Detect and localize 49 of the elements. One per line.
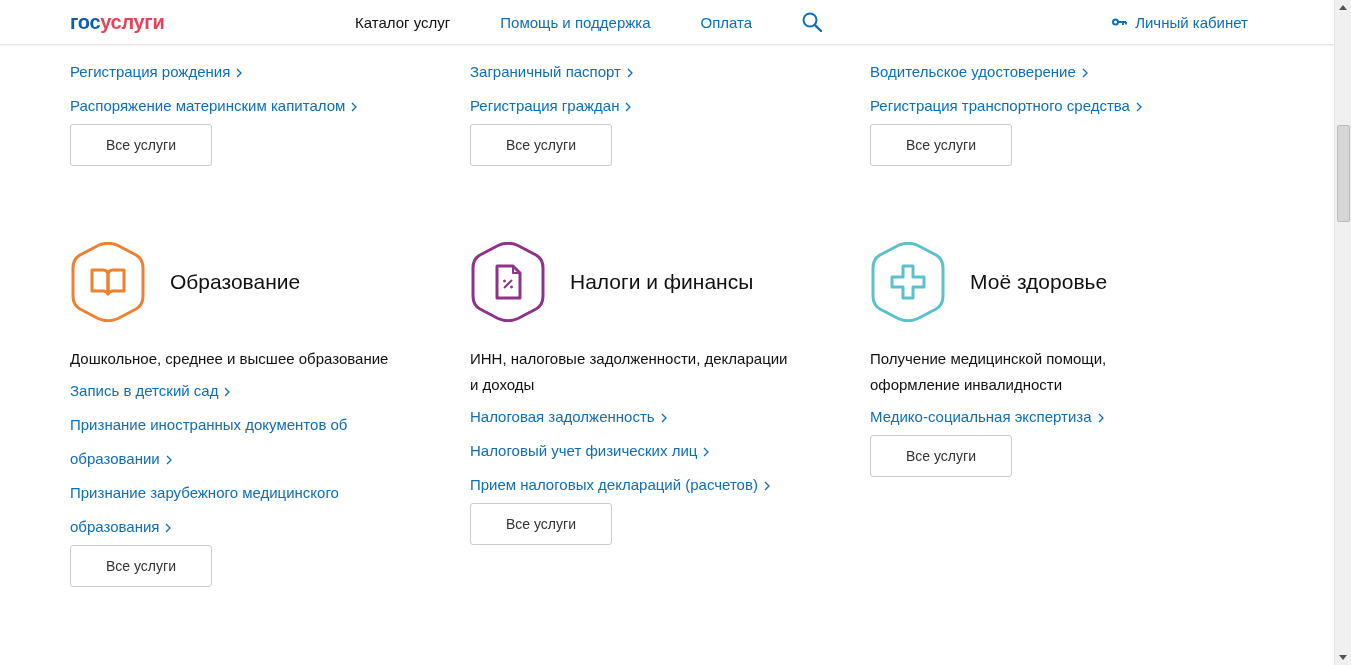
service-link[interactable]: Заграничный паспорт <box>470 55 790 89</box>
chevron-icon <box>626 68 633 78</box>
service-link[interactable]: Распоряжение материнским капиталом <box>70 89 390 123</box>
logo[interactable]: госуслуги <box>70 10 355 34</box>
service-link[interactable]: Регистрация рождения <box>70 55 390 89</box>
service-link[interactable]: Налоговый учет физических лиц <box>470 434 790 468</box>
chevron-icon <box>703 447 710 457</box>
chevron-icon <box>1097 413 1104 423</box>
account-link[interactable]: Личный кабинет <box>1112 13 1248 31</box>
chevron-icon <box>351 102 358 112</box>
chevron-icon <box>763 481 770 491</box>
scroll-up-icon[interactable] <box>1339 5 1347 10</box>
all-services-button[interactable]: Все услуги <box>870 124 1012 166</box>
all-services-button[interactable]: Все услуги <box>870 435 1012 477</box>
service-link[interactable]: Признание зарубежного медицинского образования <box>70 476 390 544</box>
chevron-icon <box>236 68 243 78</box>
service-link[interactable]: Медико-социальная экспертиза <box>870 400 1190 434</box>
nav-link[interactable]: Оплата <box>700 13 753 31</box>
service-link[interactable]: Налоговая задолженность <box>470 400 790 434</box>
category-title: Образование <box>170 270 301 294</box>
service-link[interactable]: Прием налоговых деклараций (расчетов) <box>470 468 790 502</box>
nav-link[interactable]: Помощь и поддержка <box>500 13 651 31</box>
chevron-icon <box>625 102 632 112</box>
nav-link[interactable]: Каталог услуг <box>355 13 451 31</box>
scroll-down-icon[interactable] <box>1339 655 1347 660</box>
all-services-button[interactable]: Все услуги <box>470 124 612 166</box>
service-link[interactable]: Признание иностранных документов об образовании <box>70 408 390 476</box>
chevron-icon <box>1135 102 1142 112</box>
key-icon <box>1112 18 1128 26</box>
all-services-button[interactable]: Все услуги <box>470 503 612 545</box>
service-link[interactable]: Регистрация граждан <box>470 89 790 123</box>
chevron-icon <box>165 523 172 533</box>
service-link[interactable]: Регистрация транспортного средства <box>870 89 1190 123</box>
scrollbar[interactable] <box>1334 0 1351 665</box>
chevron-icon <box>1081 68 1088 78</box>
service-link[interactable]: Запись в детский сад <box>70 374 390 408</box>
category-description: Дошкольное, среднее и высшее образование <box>70 349 390 369</box>
category-description: Получение медицинской помощи, оформление инвалидности <box>870 349 1108 395</box>
all-services-button[interactable]: Все услуги <box>70 124 212 166</box>
category-description: ИНН, налоговые задолженности, декларации и доходы <box>470 349 789 395</box>
chevron-icon <box>165 455 172 465</box>
category-title: Налоги и финансы <box>570 270 754 294</box>
service-link[interactable]: Водительское удостоверение <box>870 55 1190 89</box>
chevron-icon <box>660 413 667 423</box>
chevron-icon <box>224 387 231 397</box>
scrollbar-thumb[interactable] <box>1337 125 1350 222</box>
category-title: Моё здоровье <box>970 270 1108 294</box>
all-services-button[interactable]: Все услуги <box>70 545 212 587</box>
search-icon[interactable] <box>802 12 823 32</box>
